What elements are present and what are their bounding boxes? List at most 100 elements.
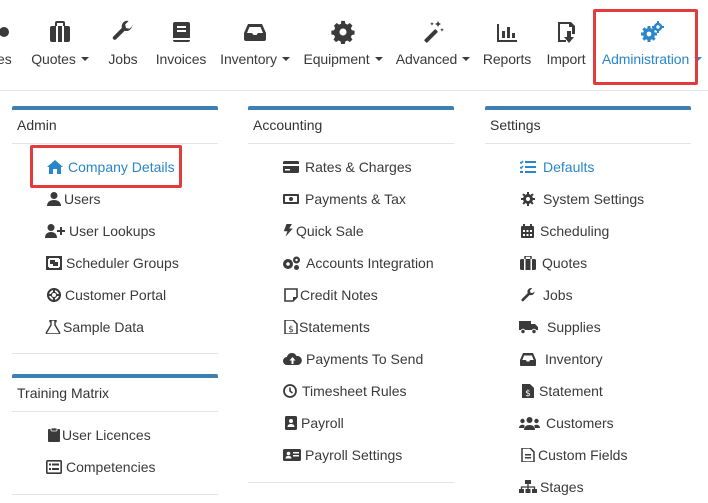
nav-item-quotes[interactable]: Quotes [28,0,92,90]
accounting-menu: Rates & Charges Payments & Tax Quick Sal… [248,151,454,471]
menu-item-label: Payments To Send [306,351,424,367]
menu-item-label: Scheduling [540,223,610,239]
nav-label: Equipment [301,51,385,67]
menu-item-payroll[interactable]: Payroll [248,407,454,439]
menu-item-scheduling[interactable]: Scheduling [485,215,691,247]
menu-item-label: Timesheet Rules [302,383,407,399]
menu-item-label: Payroll [301,415,344,431]
menu-item-credit-notes[interactable]: Credit Notes [248,279,454,311]
menu-item-label: Scheduler Groups [66,255,179,271]
menu-item-scheduler-groups[interactable]: Scheduler Groups [12,247,218,279]
nav-item-advanced[interactable]: Advanced [394,0,472,90]
nav-item-jobs[interactable]: Jobs [104,0,142,90]
clock-icon [282,384,298,398]
sticky-note-icon [284,288,300,302]
id-card-icon [283,448,301,462]
briefcase-icon [48,20,72,44]
menu-item-payments-to-send[interactable]: Payments To Send [248,343,454,375]
menu-item-label: Stages [540,479,584,495]
top-navigation: ies Quotes Jobs Invoices Inventory Equip… [0,0,708,91]
nav-label: Inventory [218,51,292,67]
cogs-icon [282,256,302,270]
menu-item-custom-fields[interactable]: Custom Fields [485,439,691,471]
nav-item-administration[interactable]: Administration [598,0,706,90]
menu-item-defaults[interactable]: Defaults [485,151,691,183]
nav-item-import[interactable]: Import [542,0,590,90]
menu-item-label: Customers [546,415,614,431]
menu-item-user-licences[interactable]: User Licences [12,419,218,451]
menu-item-label: Sample Data [63,319,144,335]
menu-item-label: Custom Fields [538,447,628,463]
chevron-down-icon [694,57,703,62]
menu-item-system-settings[interactable]: System Settings [485,183,691,215]
menu-item-stages[interactable]: Stages [485,471,691,503]
nav-label: Invoices [155,51,207,67]
bar-chart-icon [495,20,519,44]
nav-item-invoices[interactable]: Invoices [152,0,210,90]
menu-item-competencies[interactable]: Competencies [12,451,218,483]
menu-item-company-details[interactable]: Company Details [12,151,218,183]
menu-item-supplies[interactable]: Supplies [485,311,691,343]
nav-label: ies [0,51,12,67]
admin-panel: Admin Company Details Users User Lookups… [12,106,218,343]
chevron-down-icon [281,57,290,62]
menu-item-label: Payments & Tax [305,191,406,207]
calendar-icon [520,224,536,238]
menu-item-customer-portal[interactable]: Customer Portal [12,279,218,311]
menu-item-rates-charges[interactable]: Rates & Charges [248,151,454,183]
menu-item-payroll-settings[interactable]: Payroll Settings [248,439,454,471]
menu-item-timesheet-rules[interactable]: Timesheet Rules [248,375,454,407]
menu-item-label: Competencies [66,459,156,475]
nav-label: Import [546,51,586,67]
money-bill-icon [283,192,299,206]
user-plus-icon [45,224,65,238]
briefcase-icon [520,256,536,270]
sitemap-icon [519,480,537,494]
wrench-icon [520,288,536,302]
nav-label: Quotes [28,51,92,67]
menu-item-label: Quick Sale [296,223,364,239]
menu-item-label: Company Details [68,159,175,175]
menu-item-label: Jobs [543,287,573,303]
cloud-upload-icon [283,352,302,366]
nav-label: Administration [598,51,706,67]
clipboard-icon [46,428,62,442]
menu-item-statement[interactable]: $ Statement [485,375,691,407]
svg-text:$: $ [288,325,294,334]
cog-icon [520,192,536,206]
panel-title: Training Matrix [12,378,218,412]
credit-card-icon [283,160,299,174]
settings-panel: Settings Defaults System Settings Schedu… [485,106,691,503]
life-ring-icon [46,288,62,302]
menu-item-users[interactable]: Users [12,183,218,215]
home-icon [47,160,63,174]
nav-item-inventory[interactable]: Inventory [218,0,292,90]
menu-item-customers[interactable]: Customers [485,407,691,439]
menu-item-label: Statement [539,383,603,399]
file-invoice-icon: $ [283,320,299,334]
menu-item-quick-sale[interactable]: Quick Sale [248,215,454,247]
menu-item-label: Inventory [545,351,603,367]
menu-item-jobs[interactable]: Jobs [485,279,691,311]
file-invoice-dollar-icon: $ [520,384,536,398]
menu-item-accounts-integration[interactable]: Accounts Integration [248,247,454,279]
chevron-down-icon [462,57,471,62]
file-import-icon [554,20,578,44]
cog-icon [331,20,355,44]
chevron-down-icon [80,57,89,62]
menu-item-quotes[interactable]: Quotes [485,247,691,279]
nav-item-facilities[interactable]: ies [0,0,20,90]
menu-item-sample-data[interactable]: Sample Data [12,311,218,343]
object-group-icon [46,256,62,270]
nav-item-equipment[interactable]: Equipment [301,0,385,90]
menu-item-user-lookups[interactable]: User Lookups [12,215,218,247]
menu-item-inventory[interactable]: Inventory [485,343,691,375]
svg-text:$: $ [525,389,531,398]
panel-title: Admin [12,110,218,144]
tasks-icon [520,160,536,174]
menu-item-statements[interactable]: $ Statements [248,311,454,343]
nav-item-reports[interactable]: Reports [480,0,534,90]
nav-label: Advanced [394,51,472,67]
nav-label: Jobs [108,51,138,67]
menu-item-payments-tax[interactable]: Payments & Tax [248,183,454,215]
